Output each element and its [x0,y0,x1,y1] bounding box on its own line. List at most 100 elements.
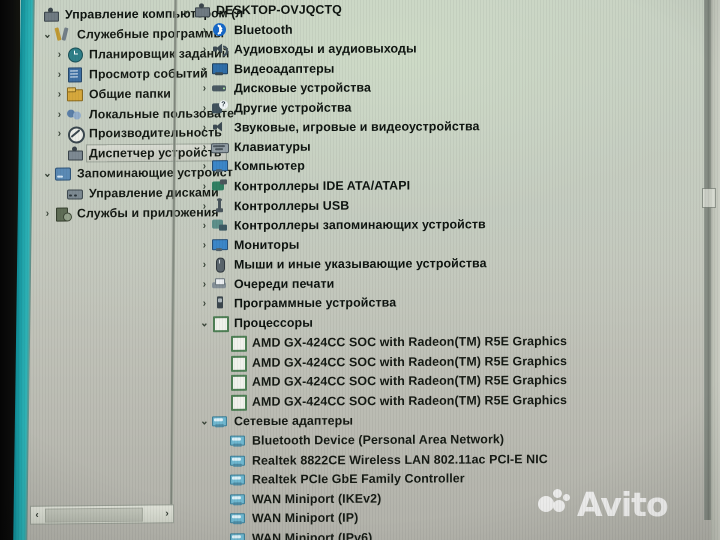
chevron-right-icon[interactable]: › [54,48,66,60]
tree-item[interactable]: › Программные устройства [198,293,398,313]
screen-photo: Управление компьютером (л ⌄ Служебные прог… [0,0,720,540]
tree-item[interactable]: Realtek 8822CE Wireless LAN 802.11ac PCI… [216,449,550,470]
usb-controller-icon [211,197,228,213]
tree-item[interactable]: › Видеоадаптеры [198,58,336,78]
tree-item-label: Другие устройства [234,99,352,115]
tree-item[interactable]: › Звуковые, игровые и видеоустройства [198,117,482,137]
tree-item-label: Аудиовходы и аудиовыходы [234,41,417,56]
horizontal-scrollbar-thumb[interactable] [45,507,143,523]
scroll-left-arrow-icon[interactable]: ‹ [31,510,43,521]
services-and-applications-icon [54,205,72,222]
performance-icon [66,126,85,144]
shared-folders-icon [66,86,83,101]
sound-video-game-icon [211,120,228,135]
chevron-right-icon[interactable]: › [199,199,211,211]
tree-item-label: Realtek PCIe GbE Family Controller [252,471,465,487]
storage-controller-icon [211,218,228,233]
chevron-right-icon[interactable]: › [54,68,66,80]
avito-wordmark: Avito [577,484,669,524]
tree-item-label: WAN Miniport (IP) [252,510,359,525]
monitor-icon [211,237,228,252]
tree-item[interactable]: ›? Другие устройства [198,97,354,117]
chevron-right-icon[interactable]: › [199,23,211,35]
chevron-down-icon[interactable]: ⌄ [42,167,54,180]
network-adapter-icon [229,530,246,540]
processor-icon [229,394,247,411]
chevron-down-icon[interactable]: ⌄ [199,316,211,329]
chevron-right-icon[interactable]: › [199,160,211,172]
tree-item[interactable]: › Очереди печати [198,273,336,293]
chevron-right-icon[interactable]: › [199,258,211,270]
chevron-down-icon[interactable]: ⌄ [199,414,211,427]
network-adapter-icon [229,452,246,467]
print-queue-icon [211,276,228,291]
tree-item[interactable]: › Компьютер [198,156,307,176]
tree-item-label: Realtek 8822CE Wireless LAN 802.11ac PCI… [252,451,548,467]
tree-item[interactable]: › Контроллеры IDE ATA/ATAPI [198,175,412,195]
chevron-right-icon[interactable]: › [199,62,211,74]
processor-icon [211,315,229,333]
other-device-icon: ? [211,100,228,115]
chevron-right-icon[interactable]: › [54,87,66,100]
event-viewer-icon [66,66,83,83]
vertical-scrollbar-thumb[interactable] [702,188,716,208]
tree-item-label: Bluetooth Device (Personal Area Network) [252,431,505,448]
computer-root-icon [193,2,210,18]
tree-item[interactable]: › Дисковые устройства [198,78,373,98]
tree-item[interactable]: › Аудиовходы и аудиовыходы [198,39,419,59]
tree-item-label: DESKTOP-OVJQCTQ [216,2,342,17]
tree-item-label: Контроллеры IDE ATA/ATAPI [234,177,411,193]
network-adapter-icon [229,511,246,526]
tree-item[interactable]: AMD GX-424CC SOC with Radeon(TM) R5E Gra… [216,390,569,411]
horizontal-scrollbar[interactable]: ‹ › [30,504,174,525]
mouse-icon [211,257,228,273]
network-adapter-icon [229,433,246,448]
chevron-right-icon[interactable]: › [199,121,211,133]
chevron-right-icon[interactable]: › [199,180,211,192]
avito-logo-icon [538,489,572,519]
tree-item[interactable]: WAN Miniport (IP) [216,508,360,528]
tree-item[interactable]: ⌄ DESKTOP-OVJQCTQ [180,0,344,19]
tree-item[interactable]: › Bluetooth [198,19,295,39]
audio-io-icon [211,42,228,57]
tree-item[interactable]: WAN Miniport (IPv6) [216,527,374,540]
chevron-right-icon[interactable]: › [199,141,211,153]
chevron-down-icon[interactable]: ⌄ [181,3,193,16]
network-adapter-icon [211,413,228,428]
chevron-right-icon[interactable]: › [54,108,66,120]
processor-icon [229,374,247,392]
chevron-right-icon[interactable]: › [199,297,211,309]
chevron-right-icon[interactable]: › [54,127,66,139]
chevron-right-icon[interactable]: › [42,207,54,219]
tree-item[interactable]: AMD GX-424CC SOC with Radeon(TM) R5E Gra… [216,331,569,353]
chevron-right-icon[interactable]: › [199,82,211,94]
tree-item[interactable]: › Контроллеры запоминающих устройств [198,214,488,235]
console-tree-pane[interactable]: Управление компьютером (л ⌄ Служебные прог… [27,0,243,540]
tree-item[interactable]: ⌄ Сетевые адаптеры [198,410,355,430]
software-device-icon [211,296,228,311]
tree-item[interactable]: › Общие папки [53,83,173,103]
chevron-right-icon[interactable]: › [199,43,211,55]
chevron-right-icon[interactable]: › [199,219,211,231]
tree-item[interactable]: Bluetooth Device (Personal Area Network) [216,429,506,450]
tree-item[interactable]: AMD GX-424CC SOC with Radeon(TM) R5E Gra… [216,351,569,372]
chevron-right-icon[interactable]: › [199,238,211,250]
chevron-down-icon[interactable]: ⌄ [42,28,54,41]
tree-item-label: Bluetooth [234,21,293,37]
tree-item-label: AMD GX-424CC SOC with Radeon(TM) R5E Gra… [252,353,567,370]
tree-item[interactable]: ⌄ Процессоры [198,312,315,333]
chevron-right-icon[interactable]: › [199,277,211,290]
processor-icon [229,335,247,353]
display-adapter-icon [211,61,228,76]
device-manager-pane[interactable]: ⌄ DESKTOP-OVJQCTQ › Bluetooth › Аудиовходы и … [178,0,708,540]
tree-item[interactable]: › Мыши и иные указывающие устройства [198,253,489,274]
keyboard-icon [211,139,229,154]
tree-item[interactable]: › Мониторы [198,234,301,254]
tree-item[interactable]: › Контроллеры USB [198,195,351,215]
tree-item[interactable]: WAN Miniport (IKEv2) [216,488,383,508]
tree-item[interactable]: AMD GX-424CC SOC with Radeon(TM) R5E Gra… [216,371,569,392]
tree-item[interactable]: › Клавиатуры [198,137,313,157]
chevron-right-icon[interactable]: › [199,102,211,114]
scroll-right-arrow-icon[interactable]: › [161,508,173,519]
tree-item[interactable]: Realtek PCIe GbE Family Controller [216,469,467,489]
